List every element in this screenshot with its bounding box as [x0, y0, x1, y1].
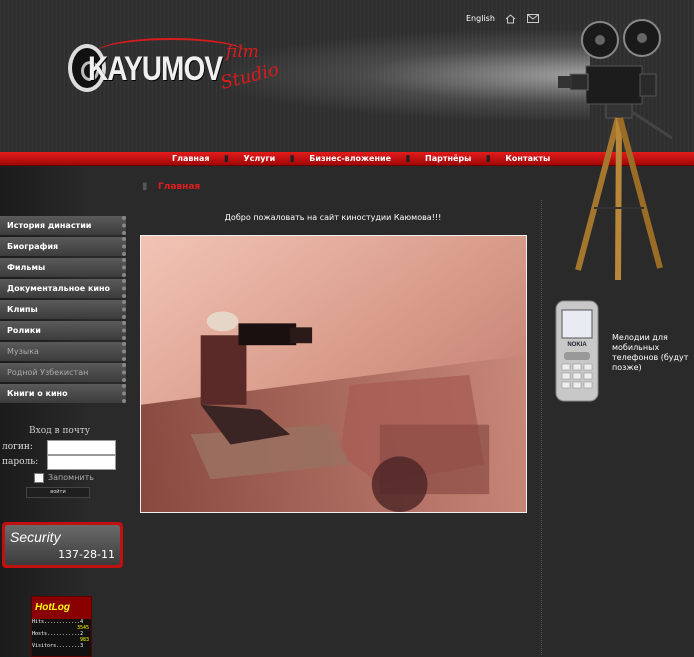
mail-icon[interactable] [526, 13, 539, 24]
clapper-icon: ▮ [224, 154, 229, 164]
security-banner-inner: Security 137-28-11 [5, 525, 120, 565]
hotlog-title: HotLog [32, 597, 91, 619]
security-banner[interactable]: Security 137-28-11 [2, 522, 123, 568]
language-link-english[interactable]: English [466, 14, 495, 23]
phone-brand-label: NOKIA [567, 342, 587, 348]
projector-light-beam [230, 30, 590, 120]
sidebar-menu: История династии Биография Фильмы Докуме… [0, 216, 126, 405]
login-title: Вход в почту [29, 426, 91, 436]
film-camera-tripod-illustration [558, 19, 673, 281]
home-icon[interactable] [505, 13, 517, 24]
mobile-phone-icon[interactable]: NOKIA [555, 300, 599, 402]
hotlog-row-label: Visitors........3 [32, 643, 84, 649]
nav-item-home[interactable]: Главная [162, 152, 219, 166]
hotlog-row-label: Hosts...........2 [32, 631, 84, 637]
nav-item-partners[interactable]: Партнёры [415, 152, 481, 166]
hotlog-row: Hits............4 3545 [32, 619, 91, 631]
clapper-icon: ▮ [289, 154, 295, 164]
login-submit-button[interactable]: войти [26, 487, 90, 498]
sidebar-item-commercials[interactable]: Ролики [0, 321, 126, 340]
hotlog-row: Visitors........3 [32, 643, 91, 655]
mobile-melodies-text[interactable]: Мелодии для мобильных телефонов (будут п… [612, 333, 692, 373]
login-input[interactable] [47, 440, 116, 455]
clapper-icon: ▮ [405, 154, 411, 164]
password-label: пароль: [2, 457, 39, 467]
sidebar-item-clips[interactable]: Клипы [0, 300, 126, 319]
welcome-text: Добро пожаловать на сайт киностудии Каюм… [224, 213, 442, 222]
password-input[interactable] [47, 455, 116, 470]
nav-item-business[interactable]: Бизнес-вложение [299, 152, 401, 166]
hotlog-row: Hosts...........2 983 [32, 631, 91, 643]
sidebar-item-books[interactable]: Книги о кино [0, 384, 126, 403]
site-logo[interactable]: KAYUMOV film Studio [66, 38, 281, 106]
security-title: Security [10, 529, 61, 545]
sidebar-item-films[interactable]: Фильмы [0, 258, 126, 277]
security-phone: 137-28-11 [58, 548, 115, 561]
clapper-icon: ▮ [142, 181, 148, 192]
remember-checkbox[interactable] [34, 473, 44, 483]
sidebar-item-music[interactable]: Музыка [0, 342, 126, 361]
logo-text: KAYUMOV [88, 50, 223, 88]
breadcrumb: ▮ Главная [142, 181, 200, 193]
nav-items: Главная ▮ Услуги ▮ Бизнес-вложение ▮ Пар… [162, 152, 560, 166]
sidebar-item-dynasty-history[interactable]: История династии [0, 216, 126, 235]
logo-film-text: film [226, 42, 259, 62]
login-label: логин: [2, 442, 33, 452]
clapper-icon: ▮ [485, 154, 491, 164]
remember-label: Запомнить [48, 473, 94, 482]
cameraman-photo [140, 235, 527, 513]
sidebar-item-documentary[interactable]: Документальное кино [0, 279, 126, 298]
sidebar-item-biography[interactable]: Биография [0, 237, 126, 256]
nav-item-services[interactable]: Услуги [233, 152, 285, 166]
column-divider [541, 200, 542, 655]
top-links: English [466, 13, 539, 24]
hotlog-row-label: Hits............4 [32, 619, 84, 625]
sidebar-item-uzbekistan[interactable]: Родной Узбекистан [0, 363, 126, 382]
breadcrumb-current[interactable]: Главная [158, 182, 200, 192]
hotlog-counter[interactable]: HotLog Hits............4 3545 Hosts.....… [31, 596, 92, 657]
